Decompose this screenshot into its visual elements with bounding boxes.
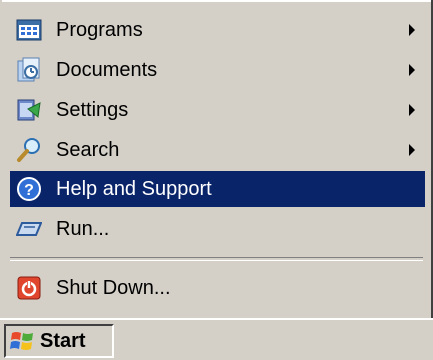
- menu-separator: [10, 257, 423, 261]
- search-icon: [14, 135, 44, 165]
- help-icon: ?: [14, 174, 44, 204]
- menu-item-documents[interactable]: Documents: [10, 52, 425, 88]
- shutdown-icon: [14, 273, 44, 303]
- menu-item-label: Programs: [56, 18, 143, 41]
- submenu-arrow-icon: [409, 64, 415, 76]
- menu-item-label: Run...: [56, 217, 110, 240]
- start-button-label: Start: [40, 329, 86, 352]
- documents-icon: [14, 55, 44, 85]
- menu-item-label: Settings: [56, 98, 129, 121]
- windows-logo-icon: [10, 329, 34, 353]
- submenu-arrow-icon: [409, 144, 415, 156]
- menu-item-label: Search: [56, 138, 120, 161]
- settings-icon: [14, 95, 44, 125]
- menu-item-run[interactable]: Run...: [10, 211, 425, 247]
- submenu-arrow-icon: [409, 104, 415, 116]
- svg-text:?: ?: [24, 182, 34, 199]
- taskbar: Start: [0, 318, 433, 360]
- start-button[interactable]: Start: [4, 324, 114, 358]
- menu-top-border: [2, 0, 431, 2]
- run-icon: [14, 214, 44, 244]
- menu-item-label: Shut Down...: [56, 276, 171, 299]
- menu-item-help-and-support[interactable]: ? Help and Support: [10, 171, 425, 207]
- menu-item-search[interactable]: Search: [10, 132, 425, 168]
- menu-item-label: Documents: [56, 58, 158, 81]
- menu-item-programs[interactable]: Programs: [10, 12, 425, 48]
- programs-icon: [14, 15, 44, 45]
- menu-item-shut-down[interactable]: Shut Down...: [10, 270, 425, 306]
- submenu-arrow-icon: [409, 24, 415, 36]
- menu-item-label: Help and Support: [56, 177, 212, 200]
- menu-item-settings[interactable]: Settings: [10, 92, 425, 128]
- start-menu: Programs Documents Settings Search ? Hel…: [2, 0, 433, 318]
